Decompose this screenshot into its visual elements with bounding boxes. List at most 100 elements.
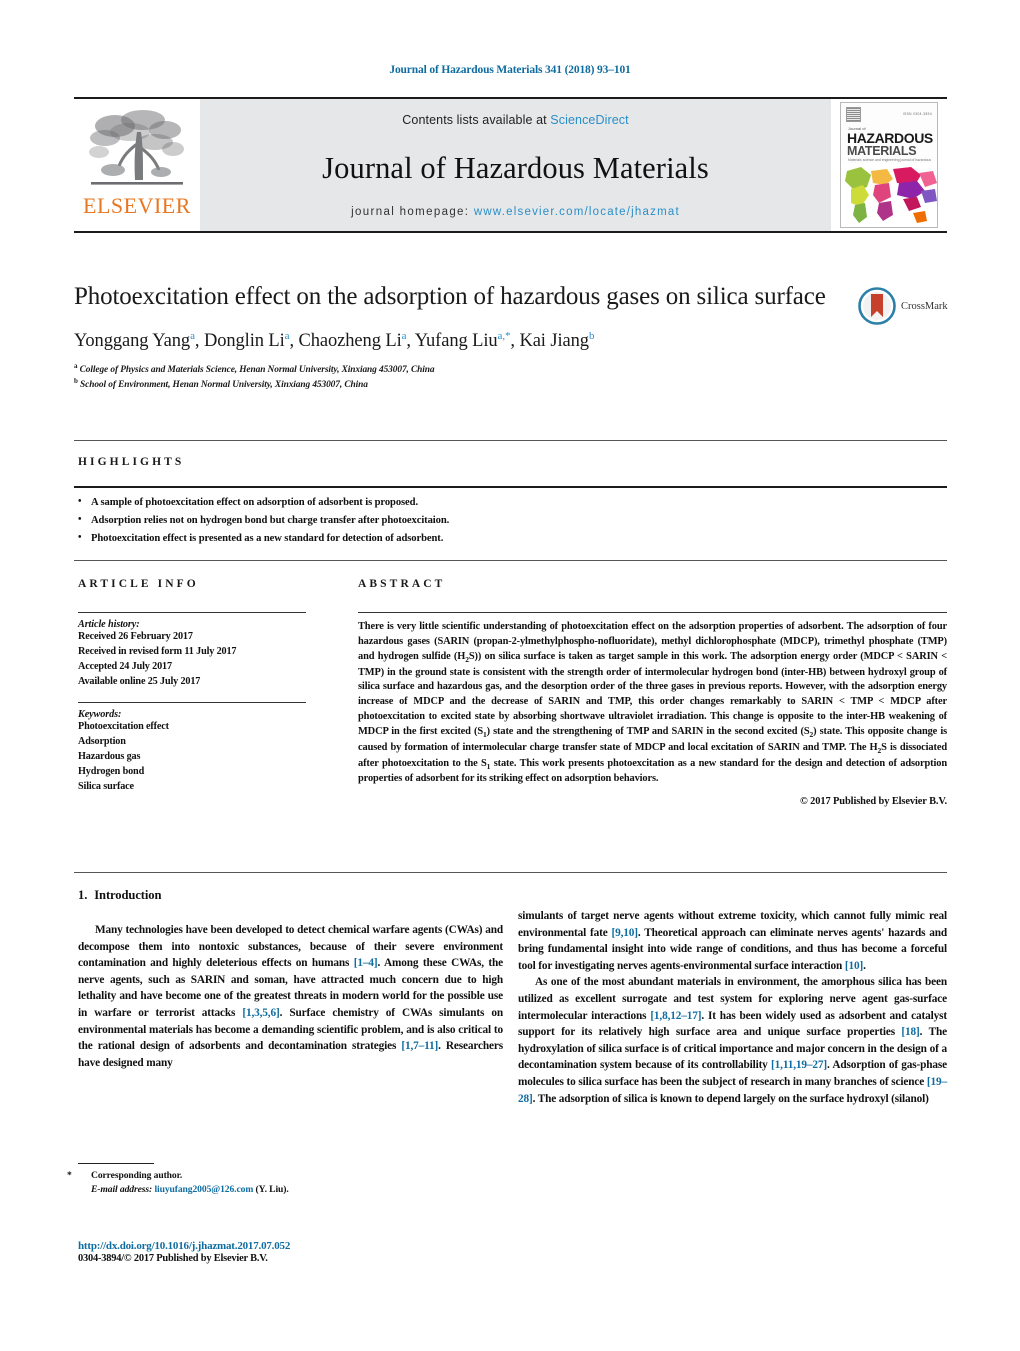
divider-above-body <box>74 872 947 873</box>
keyword-item: Silica surface <box>78 780 134 792</box>
cover-topbar: ISSN 0304-3894 <box>841 103 937 125</box>
highlight-item: A sample of photoexcitation effect on ad… <box>78 493 944 512</box>
journal-masthead: ELSEVIER Contents lists available at Sci… <box>74 97 947 233</box>
keywords-divider <box>78 701 306 703</box>
divider-above-highlights <box>74 440 947 441</box>
highlight-item: Adsorption relies not on hydrogen bond b… <box>78 511 944 530</box>
author-name: Kai Jiang <box>519 330 589 351</box>
doi-block: http://dx.doi.org/10.1016/j.jhazmat.2017… <box>78 1240 578 1264</box>
author-affil-marker: b <box>588 329 595 342</box>
abstract-seg: S)) on silica surface is taken as target… <box>358 650 948 738</box>
cover-world-map-icon <box>841 163 937 227</box>
email-label: E-mail address: <box>91 1184 153 1196</box>
author-item: Yonggang Yanga <box>74 330 195 351</box>
homepage-prefix: journal homepage: <box>351 206 474 218</box>
abstract-column: There is very little scientific understa… <box>358 612 947 807</box>
keyword-item: Hydrogen bond <box>78 765 145 777</box>
article-info-column: Article history: Received 26 February 20… <box>78 612 336 795</box>
author-name: Yufang Liu <box>414 330 498 351</box>
article-info-divider <box>78 612 306 613</box>
reference-link[interactable]: [1,7–11] <box>401 1040 438 1052</box>
abstract-copyright: © 2017 Published by Elsevier B.V. <box>800 796 947 808</box>
journal-cover-thumbnail[interactable]: ISSN 0304-3894 Journal of HAZARDOUS MATE… <box>840 102 938 228</box>
keyword-item: Adsorption <box>78 735 126 747</box>
introduction-paragraph: Many technologies have been developed to… <box>78 922 503 1071</box>
introduction-paragraph: simulants of target nerve agents without… <box>518 908 947 974</box>
cover-title-line2: MATERIALS <box>847 144 917 158</box>
sciencedirect-link[interactable]: ScienceDirect <box>550 113 628 127</box>
highlights-heading: HIGHLIGHTS <box>78 456 185 468</box>
highlight-item: Photoexcitation effect is presented as a… <box>78 529 944 548</box>
article-title-block: Photoexcitation effect on the adsorption… <box>74 281 834 393</box>
issn-copyright-line: 0304-3894/© 2017 Published by Elsevier B… <box>78 1253 268 1264</box>
introduction-left-column: 1. Introduction Many technologies have be… <box>78 888 503 1071</box>
elsevier-tree-icon <box>89 110 184 185</box>
divider-below-highlights <box>74 560 947 561</box>
article-history-item: Available online 25 July 2017 <box>78 675 201 687</box>
section-title: Introduction <box>94 888 162 902</box>
crossmark-label: CrossMark <box>901 300 948 312</box>
author-affil-marker: a <box>284 329 290 342</box>
reference-link[interactable]: [1,3,5,6] <box>242 1007 279 1019</box>
introduction-paragraph: As one of the most abundant materials in… <box>518 974 947 1107</box>
contents-prefix: Contents lists available at <box>402 113 551 127</box>
reference-link[interactable]: [9,10] <box>611 927 638 939</box>
article-history-item: Received 26 February 2017 <box>78 631 193 642</box>
crossmark-icon <box>858 287 896 325</box>
keywords-label: Keywords: <box>78 708 122 720</box>
reference-link[interactable]: [1–4] <box>354 957 378 969</box>
author-affil-marker: a,* <box>497 329 511 342</box>
reference-link[interactable]: [1,11,19–27] <box>771 1059 827 1071</box>
author-name: Donglin Li <box>203 330 285 351</box>
homepage-url-link[interactable]: www.elsevier.com/locate/jhazmat <box>474 206 680 218</box>
divider-below-highlights-heading <box>74 486 947 488</box>
running-head: Journal of Hazardous Materials 341 (2018… <box>389 64 631 76</box>
para-seg: . The adsorption of silica is known to d… <box>532 1092 929 1105</box>
corresponding-author-line: * Corresponding author. <box>67 1169 503 1183</box>
highlights-list: A sample of photoexcitation effect on ad… <box>78 493 944 549</box>
affiliation-marker: a <box>74 361 78 370</box>
journal-title: Journal of Hazardous Materials <box>322 151 709 185</box>
affiliation-list: a College of Physics and Materials Scien… <box>74 362 834 393</box>
introduction-right-column: simulants of target nerve agents without… <box>518 908 947 1107</box>
journal-cover-cell: ISSN 0304-3894 Journal of HAZARDOUS MATE… <box>831 99 947 231</box>
abstract-divider <box>358 612 947 613</box>
article-title: Photoexcitation effect on the adsorption… <box>74 283 826 310</box>
elsevier-logo: ELSEVIER <box>74 99 200 231</box>
author-item: Donglin Lia <box>203 329 290 351</box>
crossmark-badge[interactable]: CrossMark <box>858 285 956 327</box>
author-name: Chaozheng Li <box>298 330 402 351</box>
author-name: Yonggang Yang <box>74 330 191 351</box>
corresponding-author-text: Corresponding author. <box>91 1170 183 1181</box>
masthead-center: Contents lists available at ScienceDirec… <box>200 99 831 231</box>
section-number: 1. <box>78 888 88 902</box>
email-link[interactable]: liuyufang2005@126.com <box>154 1184 253 1195</box>
reference-link[interactable]: [1,8,12–17] <box>650 1010 701 1022</box>
doi-link[interactable]: http://dx.doi.org/10.1016/j.jhazmat.2017… <box>78 1240 578 1252</box>
author-list: Yonggang Yanga, Donglin Lia, Chaozheng L… <box>74 329 595 351</box>
footnote-star-marker: * <box>67 1170 72 1181</box>
article-history-item: Accepted 24 July 2017 <box>78 660 172 672</box>
journal-article-page: Journal of Hazardous Materials 341 (2018… <box>0 0 1020 1351</box>
footnote-divider <box>78 1163 154 1164</box>
author-item: Yufang Liua,* <box>414 329 511 351</box>
affiliation-text: School of Environment, Henan Normal Univ… <box>80 380 368 391</box>
article-history-item: Received in revised form 11 July 2017 <box>78 645 237 657</box>
author-item: Kai Jiangb <box>519 329 595 351</box>
affiliation-item: b School of Environment, Henan Normal Un… <box>74 377 834 392</box>
journal-homepage-line: journal homepage: www.elsevier.com/locat… <box>351 206 680 218</box>
abstract-text: There is very little scientific understa… <box>358 620 947 787</box>
abstract-heading: ABSTRACT <box>358 578 446 590</box>
article-history-label: Article history: <box>78 619 140 630</box>
reference-link[interactable]: [18] <box>901 1026 919 1038</box>
keyword-item: Photoexcitation effect <box>78 720 169 732</box>
introduction-heading: 1. Introduction <box>78 888 503 903</box>
email-owner: (Y. Liu). <box>255 1184 289 1196</box>
cover-issn: ISSN 0304-3894 <box>902 112 932 116</box>
affiliation-text: College of Physics and Materials Science… <box>79 365 435 376</box>
affiliation-marker: b <box>74 377 78 386</box>
elsevier-wordmark: ELSEVIER <box>83 193 191 218</box>
reference-link[interactable]: [10] <box>845 960 863 972</box>
email-line: E-mail address: liuyufang2005@126.com (Y… <box>78 1183 503 1197</box>
